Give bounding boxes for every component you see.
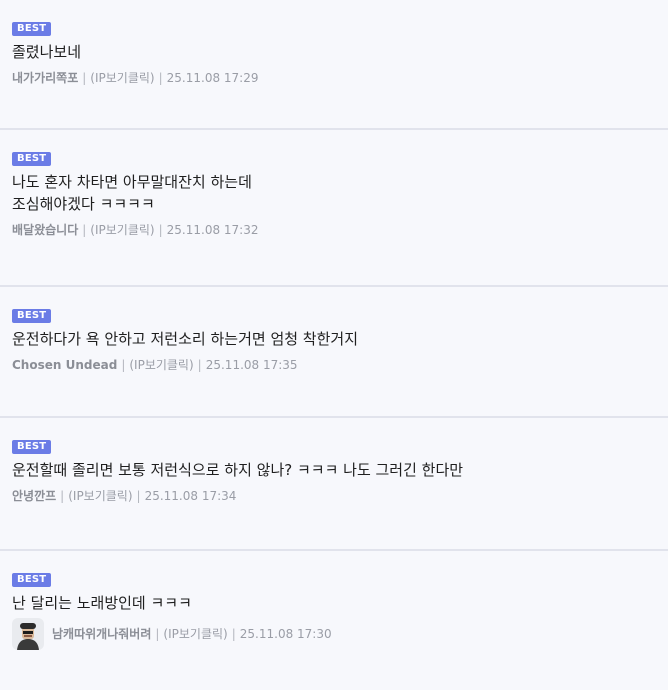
comment-line: 운전할때 졸리면 보통 저런식으로 하지 않나? ㅋㅋㅋ 나도 그러긴 한다만 <box>12 461 464 479</box>
comment-author[interactable]: 안녕깐프 <box>12 487 56 505</box>
meta-separator: | <box>60 489 65 503</box>
comment-line: 난 달리는 노래방인데 ㅋㅋㅋ <box>12 594 192 612</box>
best-badge: BEST <box>12 152 52 166</box>
comment-text: 운전할때 졸리면 보통 저런식으로 하지 않나? ㅋㅋㅋ 나도 그러긴 한다만 <box>12 459 656 481</box>
avatar-image <box>12 618 44 650</box>
comment-line: 운전하다가 욕 안하고 저런소리 하는거면 엄청 착한거지 <box>12 330 359 348</box>
comment-text: 난 달리는 노래방인데 ㅋㅋㅋ <box>12 592 656 614</box>
meta-separator: | <box>158 223 163 237</box>
comment-date: 25.11.08 17:32 <box>166 223 259 237</box>
ip-view-link[interactable]: (IP보기클릭) <box>129 356 193 374</box>
best-badge: BEST <box>12 22 52 36</box>
best-badge: BEST <box>12 309 52 323</box>
user-avatar[interactable] <box>12 618 44 650</box>
comment-item: BEST 운전하다가 욕 안하고 저런소리 하는거면 엄청 착한거지 Chose… <box>0 287 668 418</box>
comment-meta: 배달왔습니다 | (IP보기클릭) | 25.11.08 17:32 <box>12 221 656 239</box>
ip-view-link[interactable]: (IP보기클릭) <box>163 625 227 643</box>
comment-meta: 내가가리쪽포 | (IP보기클릭) | 25.11.08 17:29 <box>12 69 656 87</box>
meta-separator: | <box>231 627 236 641</box>
comment-item: BEST 졸렸나보네 내가가리쪽포 | (IP보기클릭) | 25.11.08 … <box>0 0 668 130</box>
comment-item: BEST 운전할때 졸리면 보통 저런식으로 하지 않나? ㅋㅋㅋ 나도 그러긴… <box>0 418 668 551</box>
comment-line: 나도 혼자 차타면 아무말대잔치 하는데 <box>12 173 252 191</box>
meta-separator: | <box>158 71 163 85</box>
comment-meta: 안녕깐프 | (IP보기클릭) | 25.11.08 17:34 <box>12 487 656 505</box>
ip-view-link[interactable]: (IP보기클릭) <box>90 69 154 87</box>
comment-text: 졸렸나보네 <box>12 41 656 63</box>
comment-author[interactable]: 배달왔습니다 <box>12 221 78 239</box>
ip-view-link[interactable]: (IP보기클릭) <box>68 487 132 505</box>
comment-item: BEST 난 달리는 노래방인데 ㅋㅋㅋ 남캐따위개나줘버려 | (IP보기클릭… <box>0 551 668 690</box>
comment-date: 25.11.08 17:34 <box>144 489 237 503</box>
comment-author[interactable]: Chosen Undead <box>12 356 117 374</box>
comment-meta: 남캐따위개나줘버려 | (IP보기클릭) | 25.11.08 17:30 <box>12 618 656 650</box>
comment-line: 조심해야겠다 ㅋㅋㅋㅋ <box>12 195 155 213</box>
comment-author[interactable]: 내가가리쪽포 <box>12 69 78 87</box>
meta-separator: | <box>155 627 160 641</box>
meta-separator: | <box>136 489 141 503</box>
meta-separator: | <box>197 358 202 372</box>
best-badge: BEST <box>12 573 52 587</box>
best-badge: BEST <box>12 440 52 454</box>
comment-date: 25.11.08 17:30 <box>239 627 332 641</box>
comment-author[interactable]: 남캐따위개나줘버려 <box>52 625 151 643</box>
comment-meta: Chosen Undead | (IP보기클릭) | 25.11.08 17:3… <box>12 356 656 374</box>
comment-line: 졸렸나보네 <box>12 43 82 61</box>
comment-item: BEST 나도 혼자 차타면 아무말대잔치 하는데 조심해야겠다 ㅋㅋㅋㅋ 배달… <box>0 130 668 287</box>
comment-list: BEST 졸렸나보네 내가가리쪽포 | (IP보기클릭) | 25.11.08 … <box>0 0 668 690</box>
meta-separator: | <box>82 71 87 85</box>
ip-view-link[interactable]: (IP보기클릭) <box>90 221 154 239</box>
comment-text: 운전하다가 욕 안하고 저런소리 하는거면 엄청 착한거지 <box>12 328 656 350</box>
meta-separator: | <box>82 223 87 237</box>
meta-separator: | <box>121 358 126 372</box>
comment-date: 25.11.08 17:35 <box>205 358 298 372</box>
comment-text: 나도 혼자 차타면 아무말대잔치 하는데 조심해야겠다 ㅋㅋㅋㅋ <box>12 171 656 215</box>
comment-date: 25.11.08 17:29 <box>166 71 259 85</box>
